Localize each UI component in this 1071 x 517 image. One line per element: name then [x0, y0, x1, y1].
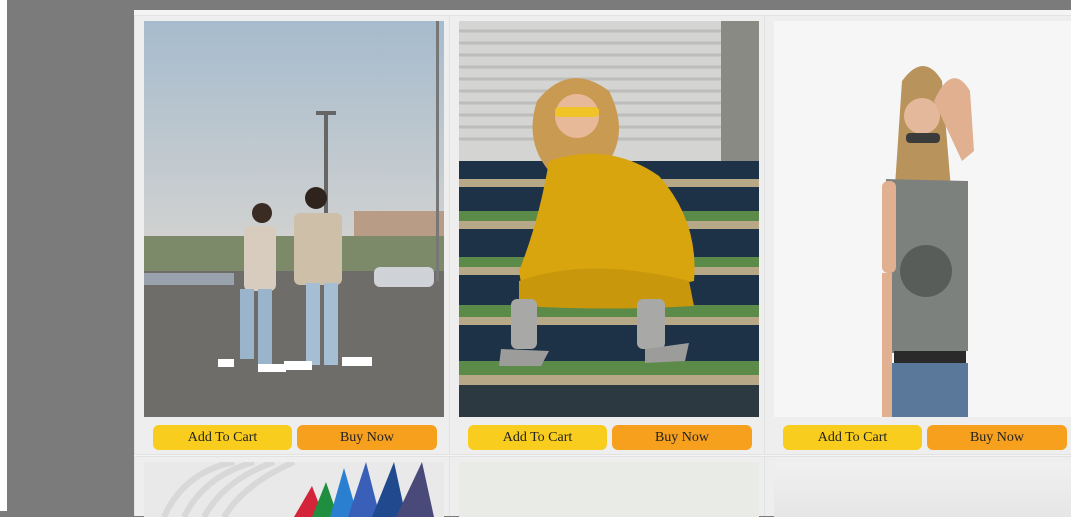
- product-image-3[interactable]: [774, 21, 1071, 417]
- product-image-5[interactable]: [459, 462, 759, 517]
- product-card-2: Add To Cart Buy Now: [449, 15, 768, 455]
- buy-now-button[interactable]: Buy Now: [612, 425, 752, 450]
- product-image-4[interactable]: [144, 462, 444, 517]
- product-image-2[interactable]: [459, 21, 759, 417]
- product-image-6[interactable]: [774, 462, 1071, 517]
- product-image-1[interactable]: [144, 21, 444, 417]
- buy-now-button[interactable]: Buy Now: [927, 425, 1067, 450]
- product-card-3: Add To Cart Buy Now: [764, 15, 1071, 455]
- add-to-cart-button[interactable]: Add To Cart: [783, 425, 922, 450]
- product-card-6: [764, 456, 1071, 517]
- buy-now-button[interactable]: Buy Now: [297, 425, 437, 450]
- product-card-1: Add To Cart Buy Now: [134, 15, 453, 455]
- product-card-4: [134, 456, 453, 517]
- product-card-5: [449, 456, 768, 517]
- add-to-cart-button[interactable]: Add To Cart: [468, 425, 607, 450]
- product-grid: Add To Cart Buy Now Add To Cart Buy Now …: [134, 10, 1071, 517]
- left-edge: [0, 0, 7, 511]
- add-to-cart-button[interactable]: Add To Cart: [153, 425, 292, 450]
